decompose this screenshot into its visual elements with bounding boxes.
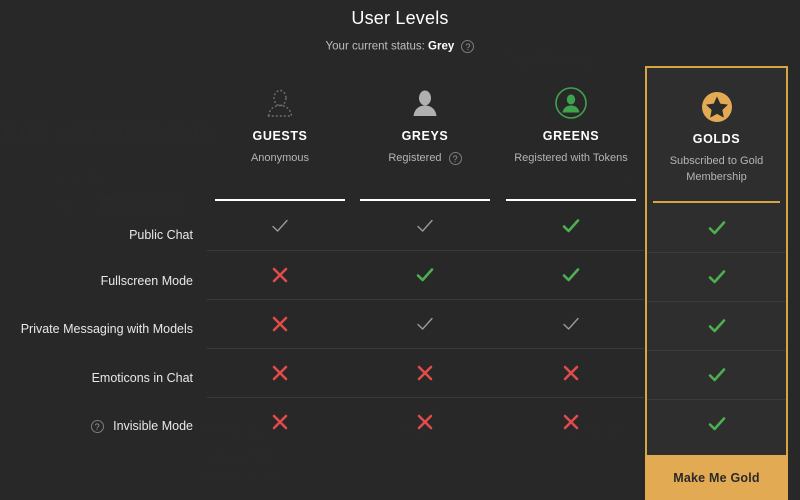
feature-label-invisible-mode: ? Invisible Mode bbox=[0, 419, 193, 434]
check-green-icon bbox=[707, 218, 727, 238]
cell-guests-invisible-mode bbox=[207, 397, 353, 446]
column-header-greens: GREENS Registered with Tokens bbox=[498, 66, 644, 201]
cross-red-icon bbox=[562, 364, 580, 382]
column-name-golds: GOLDS bbox=[692, 132, 741, 146]
person-outline-dashed-icon bbox=[263, 86, 297, 120]
check-green-icon bbox=[707, 267, 727, 287]
cell-greys-emoticons-in-chat bbox=[352, 348, 498, 397]
make-me-gold-button[interactable]: Make Me Gold bbox=[645, 455, 788, 500]
column-desc-greens: Registered with Tokens bbox=[514, 152, 628, 164]
cross-red-icon bbox=[271, 364, 289, 382]
cell-greens-emoticons-in-chat bbox=[498, 348, 644, 397]
cross-red-icon bbox=[271, 413, 289, 431]
check-green-icon bbox=[707, 316, 727, 336]
cell-guests-fullscreen-mode bbox=[207, 250, 353, 299]
column-greens: GREENS Registered with Tokens bbox=[498, 66, 644, 500]
cell-golds-emoticons-in-chat bbox=[647, 350, 786, 399]
feature-label-emoticons-in-chat: Emoticons in Chat bbox=[0, 371, 193, 385]
check-green-icon bbox=[707, 365, 727, 385]
check-green-icon bbox=[561, 216, 581, 236]
column-name-greys: GREYS bbox=[401, 129, 449, 143]
column-golds: GOLDS Subscribed to Gold Membership bbox=[645, 66, 788, 500]
greys-help-icon[interactable]: ? bbox=[448, 151, 462, 165]
star-in-circle-gold-icon bbox=[700, 90, 734, 124]
cell-greens-private-messaging bbox=[498, 299, 644, 348]
cell-golds-public-chat bbox=[647, 203, 786, 252]
cross-red-icon bbox=[271, 315, 289, 333]
feature-label-private-messaging: Private Messaging with Models bbox=[0, 322, 193, 336]
person-in-circle-green-icon bbox=[554, 86, 588, 120]
check-grey-icon bbox=[270, 216, 290, 236]
check-grey-icon bbox=[561, 314, 581, 334]
feature-label-text: Fullscreen Mode bbox=[100, 274, 193, 288]
check-grey-icon bbox=[415, 314, 435, 334]
column-header-greys: GREYS Registered ? bbox=[352, 66, 498, 201]
cell-golds-private-messaging bbox=[647, 301, 786, 350]
check-grey-icon bbox=[415, 216, 435, 236]
column-desc-text: Registered bbox=[388, 152, 442, 164]
column-name-greens: GREENS bbox=[542, 129, 600, 143]
status-value: Grey bbox=[428, 40, 455, 53]
cell-greens-invisible-mode bbox=[498, 397, 644, 446]
cross-red-icon bbox=[562, 413, 580, 431]
current-status-line: Your current status: Grey ? bbox=[0, 40, 800, 53]
check-green-icon bbox=[707, 414, 727, 434]
column-desc-greys: Registered ? bbox=[356, 150, 494, 166]
cell-greys-private-messaging bbox=[352, 299, 498, 348]
cell-greens-public-chat bbox=[498, 201, 644, 250]
cell-guests-private-messaging bbox=[207, 299, 353, 348]
column-desc-golds: Subscribed to Gold Membership bbox=[669, 155, 764, 183]
invisible-mode-help-icon[interactable]: ? bbox=[90, 420, 104, 434]
user-levels-overlay: User Levels Your current status: Grey ? … bbox=[0, 0, 800, 500]
cell-golds-fullscreen-mode bbox=[647, 252, 786, 301]
status-help-icon[interactable]: ? bbox=[461, 40, 475, 53]
feature-label-text: Emoticons in Chat bbox=[91, 371, 193, 385]
column-header-guests: GUESTS Anonymous bbox=[207, 66, 353, 201]
column-greys: GREYS Registered ? bbox=[352, 66, 498, 500]
cell-greys-public-chat bbox=[352, 201, 498, 250]
column-header-golds: GOLDS Subscribed to Gold Membership bbox=[647, 68, 786, 203]
check-green-icon bbox=[415, 265, 435, 285]
cross-red-icon bbox=[416, 364, 434, 382]
cross-red-icon bbox=[416, 413, 434, 431]
cell-golds-invisible-mode bbox=[647, 399, 786, 448]
cell-guests-emoticons-in-chat bbox=[207, 348, 353, 397]
feature-label-text: Invisible Mode bbox=[113, 419, 193, 433]
levels-comparison-table: Public Chat Fullscreen Mode Private Mess… bbox=[0, 66, 800, 500]
cell-greens-fullscreen-mode bbox=[498, 250, 644, 299]
person-filled-icon bbox=[408, 86, 442, 120]
cell-greys-invisible-mode bbox=[352, 397, 498, 446]
column-name-guests: GUESTS bbox=[252, 129, 308, 143]
status-prefix: Your current status: bbox=[325, 40, 425, 53]
column-guests: GUESTS Anonymous bbox=[207, 66, 353, 500]
cell-guests-public-chat bbox=[207, 201, 353, 250]
feature-label-public-chat: Public Chat bbox=[0, 228, 193, 242]
page-title: User Levels bbox=[351, 8, 449, 28]
check-green-icon bbox=[561, 265, 581, 285]
feature-label-fullscreen-mode: Fullscreen Mode bbox=[0, 274, 193, 288]
cell-greys-fullscreen-mode bbox=[352, 250, 498, 299]
feature-label-text: Private Messaging with Models bbox=[20, 322, 193, 336]
feature-label-text: Public Chat bbox=[129, 228, 193, 242]
column-desc-guests: Anonymous bbox=[250, 152, 310, 164]
cross-red-icon bbox=[271, 266, 289, 284]
